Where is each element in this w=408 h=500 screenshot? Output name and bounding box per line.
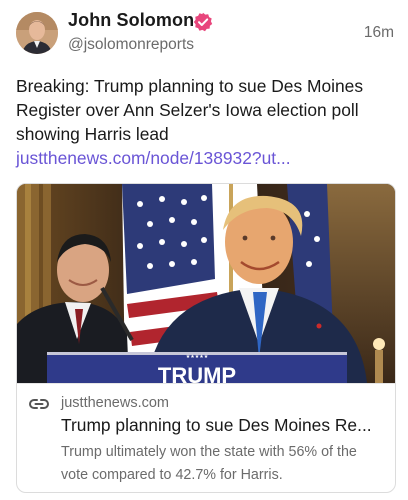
card-meta[interactable]: justthenews.com Trump planning to sue De…: [17, 383, 395, 492]
card-image[interactable]: ★★★★★ TRUMP: [17, 184, 395, 383]
card-title[interactable]: Trump planning to sue Des Moines Re...: [61, 415, 391, 436]
author-handle[interactable]: @jsolomonreports: [68, 36, 194, 54]
card-domain: justthenews.com: [61, 395, 169, 411]
svg-text:★★★★★: ★★★★★: [186, 354, 209, 360]
verified-badge-icon: [193, 12, 213, 32]
author-name[interactable]: John Solomon: [68, 10, 194, 31]
social-post: John Solomon @jsolomonreports 16m Breaki…: [0, 0, 408, 500]
post-timestamp[interactable]: 16m: [364, 24, 394, 42]
post-text: Breaking: Trump planning to sue Des Moin…: [16, 76, 364, 144]
avatar-image: [16, 12, 58, 54]
post-body: Breaking: Trump planning to sue Des Moin…: [16, 74, 396, 170]
podium-sign-text: TRUMP: [158, 363, 236, 383]
link-preview-card[interactable]: ★★★★★ TRUMP justthenews.com Trump planni…: [16, 183, 396, 493]
card-description: Trump ultimately won the state with 56% …: [61, 444, 357, 483]
author-avatar[interactable]: [16, 12, 58, 54]
post-link[interactable]: justthenews.com/node/138932?ut...: [16, 148, 291, 168]
link-chain-icon: [29, 399, 49, 409]
